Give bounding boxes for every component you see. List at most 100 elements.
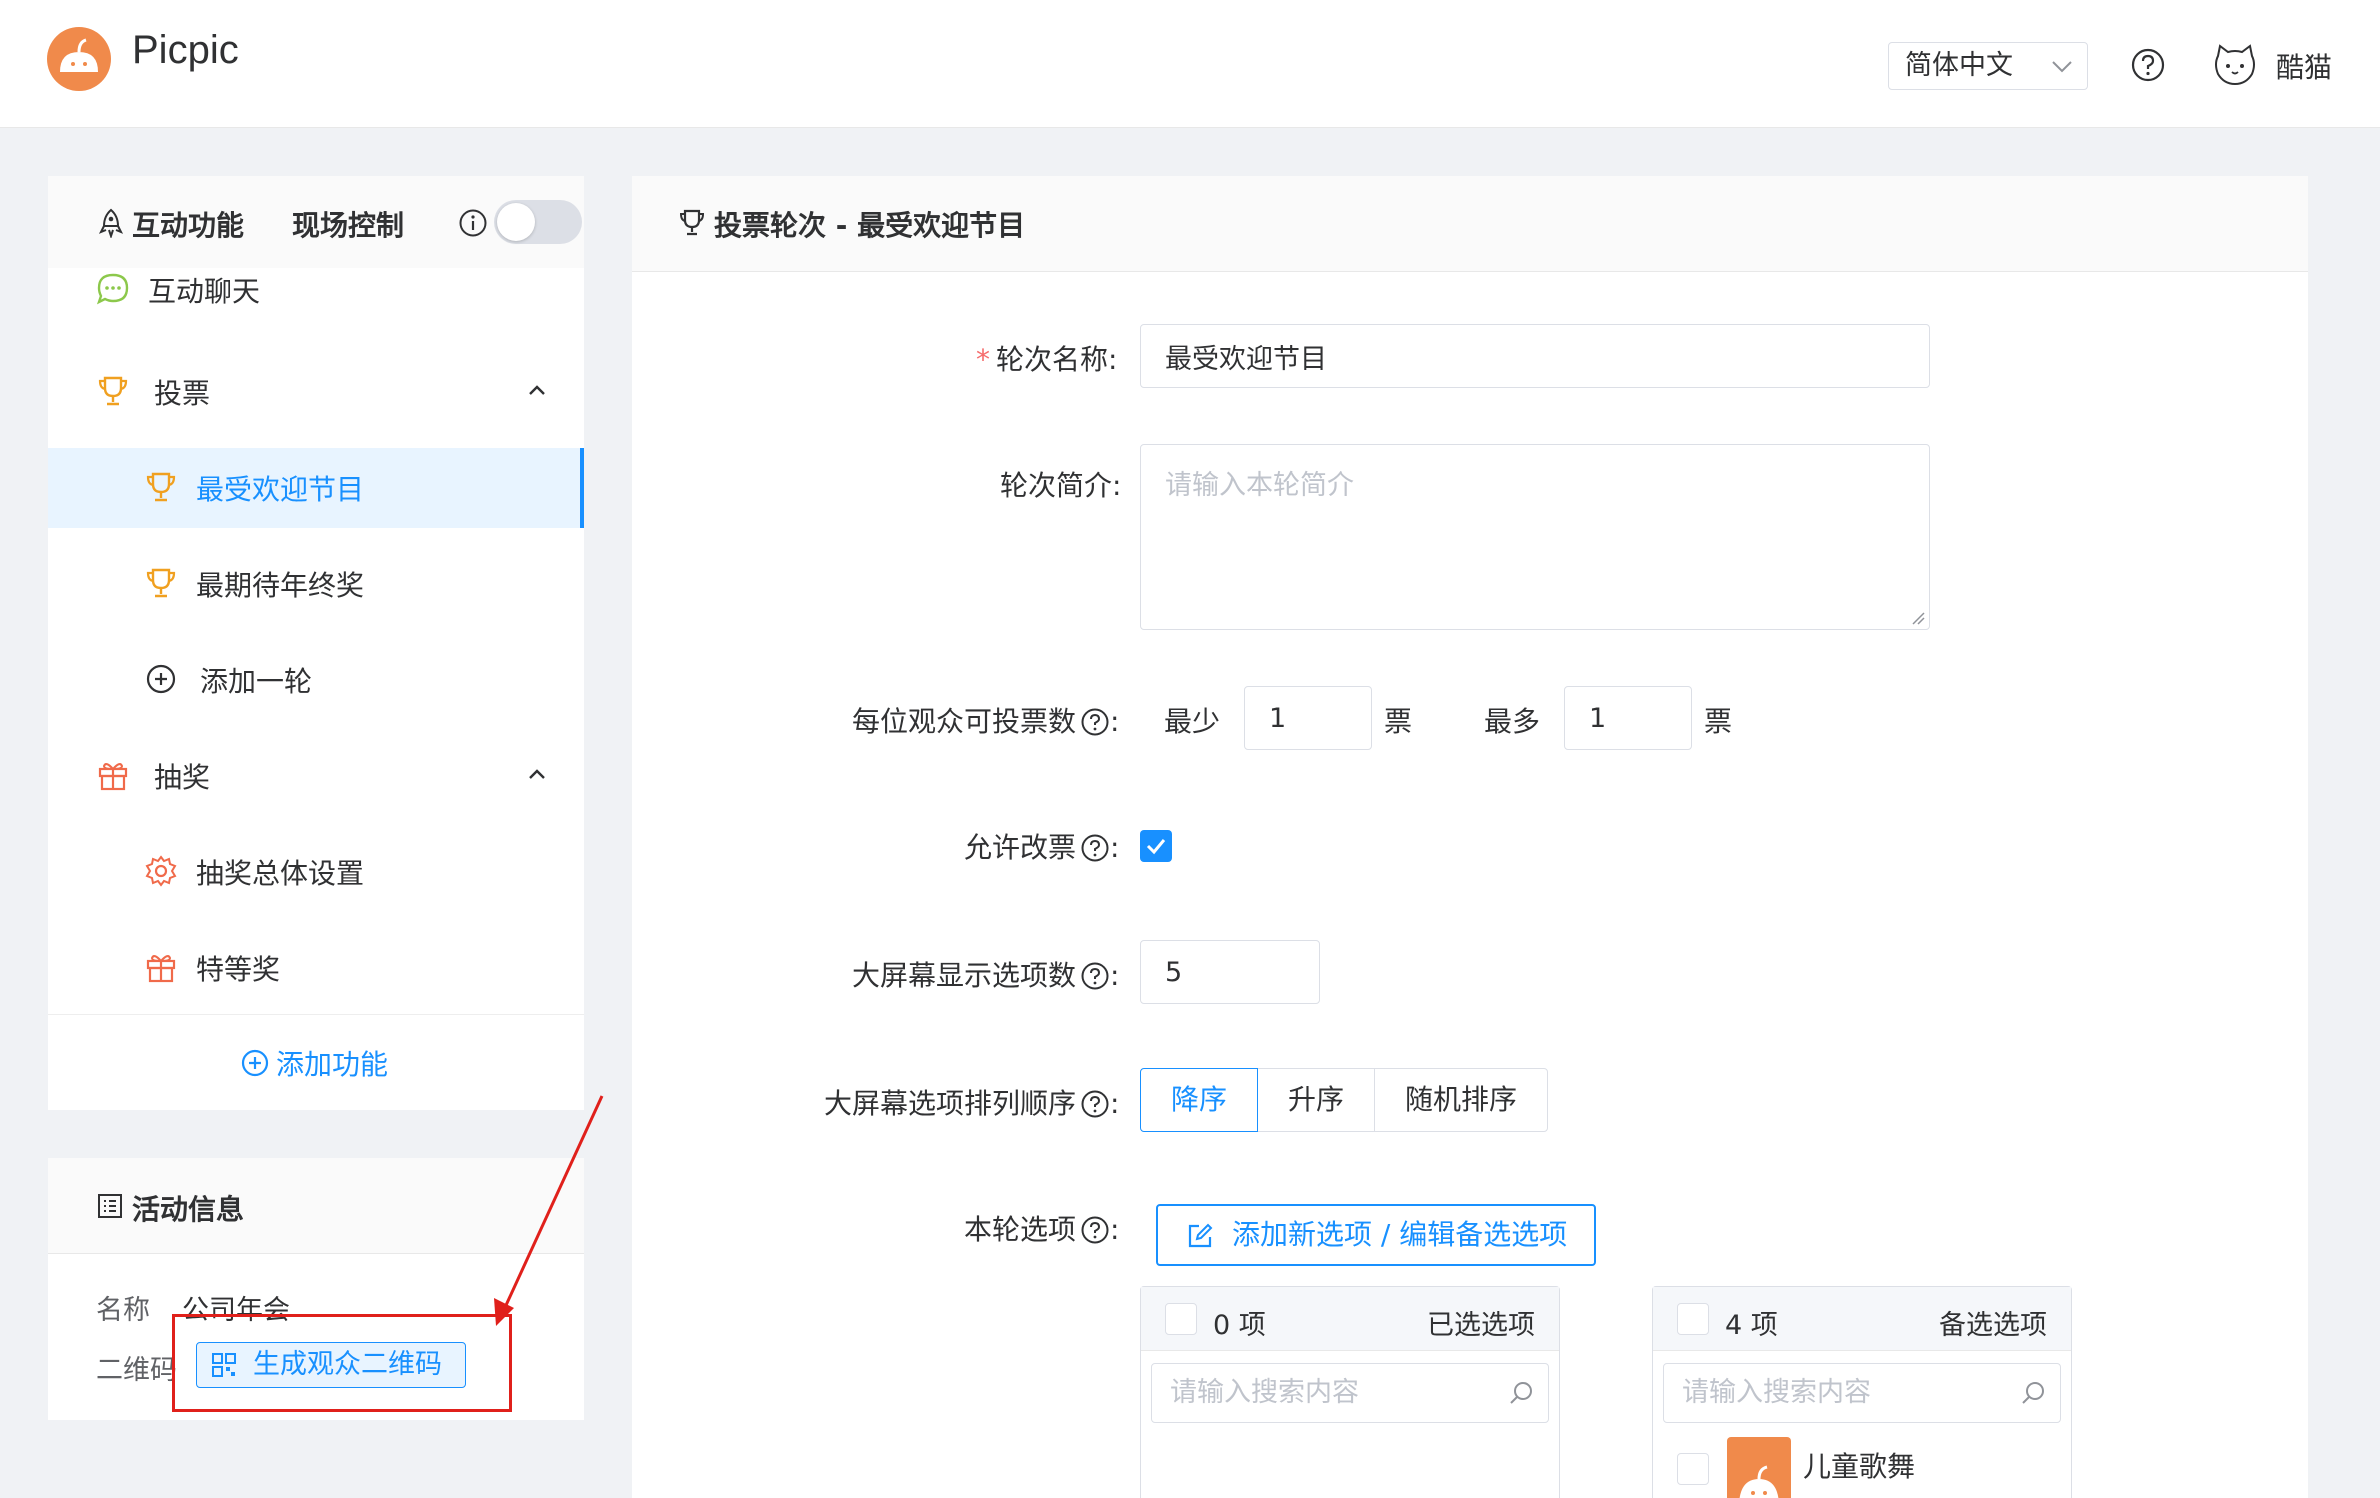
add-function-label: 添加功能 xyxy=(276,1048,389,1081)
gift-icon xyxy=(98,763,128,791)
sidebar-item-chat[interactable]: 互动聊天 xyxy=(48,256,582,336)
plus-circle-icon xyxy=(241,1049,269,1077)
sidebar-item-label: 互动聊天 xyxy=(148,275,261,308)
screen-count-input[interactable]: 5 xyxy=(1140,940,1320,1004)
document-list-icon xyxy=(98,1194,122,1218)
language-value: 简体中文 xyxy=(1905,50,2013,81)
tab-live-control[interactable]: 现场控制 xyxy=(292,204,404,244)
selected-options-panel: 0 项 已选选项 请输入搜索内容 xyxy=(1140,1286,1560,1498)
votes-max-label: 最多 xyxy=(1484,705,1541,738)
question-circle-icon[interactable] xyxy=(1080,1215,1110,1245)
sidebar-item-vote[interactable]: 投票 xyxy=(48,352,582,432)
qr-code-label: 二维码 xyxy=(96,1355,177,1386)
select-all-checkbox[interactable] xyxy=(1165,1303,1197,1335)
sidebar-item-label: 投票 xyxy=(154,377,211,410)
trophy-icon xyxy=(679,209,705,236)
selected-panel-title: 已选选项 xyxy=(1427,1310,1535,1341)
sidebar-item-lottery[interactable]: 抽奖 xyxy=(48,736,582,816)
candidate-panel-header: 4 项 备选选项 xyxy=(1653,1287,2071,1351)
chevron-up-icon xyxy=(529,385,545,395)
language-select[interactable]: 简体中文 xyxy=(1888,42,2088,90)
sidebar-header: 互动功能 现场控制 xyxy=(48,176,584,268)
votes-min-label: 最少 xyxy=(1164,705,1221,738)
trophy-icon xyxy=(146,568,176,598)
search-icon xyxy=(2022,1382,2044,1404)
round-desc-label: 轮次简介: xyxy=(1000,469,1122,502)
votes-max-input[interactable]: 1 xyxy=(1564,686,1692,750)
gear-icon xyxy=(145,855,177,887)
plus-circle-icon xyxy=(146,664,176,694)
sidebar-item-label: 添加一轮 xyxy=(200,665,313,698)
check-icon xyxy=(1146,839,1166,855)
live-control-toggle[interactable] xyxy=(494,200,582,244)
round-options-label: 本轮选项: xyxy=(964,1213,1120,1246)
sidebar-item-lottery-settings[interactable]: 抽奖总体设置 xyxy=(48,832,582,912)
sidebar-item-round-year-end-bonus[interactable]: 最期待年终奖 xyxy=(48,544,582,624)
order-option-random[interactable]: 随机排序 xyxy=(1374,1068,1548,1132)
votes-min-unit: 票 xyxy=(1384,705,1413,738)
sidebar-item-round-most-popular[interactable]: 最受欢迎节目 xyxy=(48,448,584,528)
sidebar-item-label: 抽奖 xyxy=(154,761,211,794)
select-all-checkbox[interactable] xyxy=(1677,1303,1709,1335)
search-placeholder: 请输入搜索内容 xyxy=(1170,1377,1359,1408)
panel-header: 投票轮次 - 最受欢迎节目 xyxy=(632,176,2308,272)
order-option-desc[interactable]: 降序 xyxy=(1140,1068,1258,1132)
allow-change-label: 允许改票: xyxy=(964,831,1120,864)
brand-name: Picpic xyxy=(132,28,239,72)
sidebar-item-grand-prize[interactable]: 特等奖 xyxy=(48,928,582,1008)
sidebar-item-label: 最期待年终奖 xyxy=(196,569,365,602)
resize-handle-icon[interactable] xyxy=(1911,611,1925,625)
candidate-count: 4 项 xyxy=(1725,1310,1778,1341)
panel-title: 投票轮次 - 最受欢迎节目 xyxy=(714,209,1026,242)
top-header: Picpic 简体中文 酷猫 xyxy=(0,0,2380,128)
question-circle-icon[interactable] xyxy=(1080,1089,1110,1119)
sidebar-item-add-round[interactable]: 添加一轮 xyxy=(48,640,582,720)
screen-count-label: 大屏幕显示选项数: xyxy=(852,959,1120,992)
sidebar-item-label: 抽奖总体设置 xyxy=(196,857,365,890)
candidate-search-input[interactable]: 请输入搜索内容 xyxy=(1663,1363,2061,1423)
screen-order-segmented: 降序 升序 随机排序 xyxy=(1140,1068,1548,1132)
activity-info-title: 活动信息 xyxy=(132,1193,245,1226)
round-name-input[interactable]: 最受欢迎节目 xyxy=(1140,324,1930,388)
candidate-thumbnail-icon xyxy=(1727,1437,1791,1498)
round-desc-placeholder: 请输入本轮简介 xyxy=(1165,470,1354,501)
gift-icon xyxy=(146,955,176,983)
add-option-button[interactable]: 添加新选项 / 编辑备选选项 xyxy=(1156,1204,1596,1266)
candidate-item-label[interactable]: 儿童歌舞 xyxy=(1803,1445,1915,1485)
votes-min-input[interactable]: 1 xyxy=(1244,686,1372,750)
order-option-asc[interactable]: 升序 xyxy=(1257,1068,1375,1132)
votes-per-audience-label: 每位观众可投票数: xyxy=(852,705,1120,738)
search-icon xyxy=(1510,1382,1532,1404)
annotation-arrow xyxy=(494,1095,604,1326)
activity-name-label: 名称 xyxy=(96,1295,150,1326)
info-icon[interactable] xyxy=(458,208,488,238)
candidate-options-panel: 4 项 备选选项 请输入搜索内容 儿童歌舞 xyxy=(1652,1286,2072,1498)
selected-count: 0 项 xyxy=(1213,1310,1266,1341)
question-circle-icon[interactable] xyxy=(1080,961,1110,991)
sidebar-item-label: 最受欢迎节目 xyxy=(196,473,365,506)
toggle-knob xyxy=(497,203,535,241)
edit-icon xyxy=(1188,1223,1213,1248)
candidate-item-checkbox[interactable] xyxy=(1677,1453,1709,1485)
votes-max-unit: 票 xyxy=(1704,705,1733,738)
add-option-label: 添加新选项 / 编辑备选选项 xyxy=(1232,1218,1568,1251)
question-circle-icon[interactable] xyxy=(1080,707,1110,737)
question-circle-icon[interactable] xyxy=(1080,833,1110,863)
picpic-logo-icon[interactable] xyxy=(46,26,112,92)
selected-search-input[interactable]: 请输入搜索内容 xyxy=(1151,1363,1549,1423)
chevron-up-icon xyxy=(529,769,545,779)
sidebar-card: 互动功能 现场控制 互动聊天 投票 最受欢迎节目 最期待年终奖 添加一轮 抽奖 … xyxy=(48,176,584,1110)
tab-interactive-functions[interactable]: 互动功能 xyxy=(132,204,244,244)
chevron-down-icon xyxy=(2052,61,2072,73)
username[interactable]: 酷猫 xyxy=(2276,46,2332,86)
user-avatar-icon[interactable] xyxy=(2210,42,2260,90)
sidebar-item-label: 特等奖 xyxy=(196,953,281,986)
candidate-panel-title: 备选选项 xyxy=(1939,1310,2047,1341)
search-placeholder: 请输入搜索内容 xyxy=(1682,1377,1871,1408)
highlight-box xyxy=(172,1314,512,1412)
allow-change-checkbox[interactable] xyxy=(1140,830,1172,862)
selected-panel-header: 0 项 已选选项 xyxy=(1141,1287,1559,1351)
screen-order-label: 大屏幕选项排列顺序: xyxy=(824,1087,1120,1120)
help-icon[interactable] xyxy=(2130,47,2166,83)
round-desc-textarea[interactable]: 请输入本轮简介 xyxy=(1140,444,1930,630)
